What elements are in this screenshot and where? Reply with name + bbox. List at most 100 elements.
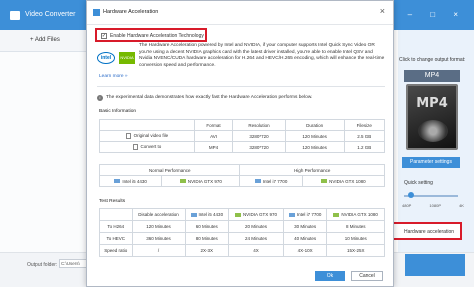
table-cell: 2.5 GB [343,130,386,142]
app-title: Video Converter [25,11,76,18]
table-cell: 360 Minutes [131,232,186,245]
basic-information-heading: Basic Information [99,109,137,114]
row-label: Original video file [133,133,169,139]
mp4-format-icon-label: MP4 [416,96,448,111]
table-cell: 60 Minutes [184,220,230,233]
enable-acceleration-checkbox[interactable]: ✓ [101,33,107,39]
table-cell: 120 Minutes [284,130,345,142]
table-cell: NVIDIA GTX 1080 [301,175,386,187]
mp4-format-icon[interactable]: MP4 [406,84,458,150]
vendor-logos: intel NVIDIA [97,50,139,72]
dialog-title: Hardware Acceleration [103,9,159,15]
converted-file-icon [132,144,138,150]
format-label: Click to change output format: [399,57,466,63]
table-header-cell [99,119,195,131]
table-header-cell: Intel i7 7700 [282,208,328,221]
table-cell: 40 Minutes [282,232,328,245]
table-cell: 10 Minutes [326,232,385,245]
film-reel-icon [418,120,448,142]
row-label: Speed ratio [99,244,133,257]
enable-acceleration-label: Enable Hardware Acceleration Technology [110,33,204,39]
slider-label-4k: 4K [459,203,464,208]
parameter-settings-button[interactable]: Parameter settings [402,157,460,168]
dialog-app-icon [93,9,100,16]
table-cell: 2X-3X [184,244,230,257]
cpu-icon [288,212,295,217]
run-button[interactable] [405,254,465,276]
slider-label-1080p: 1080P [429,203,441,208]
table-header-row: Disable acceleration Intel i5 4430 NVIDI… [99,208,385,221]
row-label-cell: Original video file [99,130,195,142]
table-header-cell: Duration [284,119,345,131]
quality-slider-handle[interactable] [408,192,414,198]
cpu-icon [190,212,197,217]
table-header-cell: NVIDIA GTX 970 [228,208,284,221]
file-list-pane [0,52,88,252]
row-label: To HEVC [99,232,133,245]
test-results-table: Disable acceleration Intel i5 4430 NVIDI… [99,208,385,257]
row-label-cell: Convert to [99,141,195,153]
table-row: To H264 120 Minutes 60 Minutes 20 Minute… [99,220,385,233]
table-cell: 80 Minutes [184,232,230,245]
output-folder-field[interactable]: C:\Users\ [59,259,89,268]
table-row: Original video file AVI 3280*720 120 Min… [99,130,386,142]
window-controls[interactable]: – □ × [408,10,466,19]
table-header-row: Format Resolution Duration Filesize [99,119,386,131]
table-row: To HEVC 360 Minutes 80 Minutes 24 Minute… [99,232,385,245]
table-cell: 120 Minutes [131,220,186,233]
table-header-row: Normal Performance High Performance [98,164,385,176]
experiment-info-text: The experimental data demonstrates how e… [106,95,313,100]
table-cell: 1.2 GB [343,141,386,153]
performance-table: Normal Performance High Performance Inte… [98,164,386,187]
table-cell: NVIDIA GTX 970 [161,175,241,187]
table-cell: 20 Minutes [228,220,284,233]
slider-label-480p: 480P [402,203,412,208]
table-cell: 4X-10X [282,244,328,257]
close-icon[interactable]: × [380,6,385,16]
table-cell: 30 Minutes [282,220,328,233]
hardware-name: NVIDIA GTX 970 [187,178,222,184]
app-logo-icon [10,11,20,20]
table-cell: 4X [228,244,284,257]
cancel-button[interactable]: Cancel [351,271,383,281]
table-cell: 24 Minutes [228,232,284,245]
ok-button[interactable]: Ok [315,271,345,281]
table-row: Intel i5 4430 NVIDIA GTX 970 Intel i7 77… [98,175,386,187]
table-row: Speed ratio / 2X-3X 4X 4X-10X 15X-25X [99,244,385,257]
gpu-icon [333,212,340,217]
table-header-cell: High Performance [239,164,385,176]
gpu-icon [234,212,241,217]
video-file-icon [125,133,131,139]
header-label: Intel i5 4430 [198,212,224,217]
table-row: Convert to MP4 3280*720 120 Minutes 1.2 … [99,141,386,153]
gpu-icon [321,179,328,184]
header-label: Intel i7 7700 [296,212,322,217]
table-header-cell: Resolution [232,119,286,131]
hardware-acceleration-button[interactable]: Hardware acceleration [390,222,462,240]
header-label: NVIDIA GTX 970 [242,212,277,217]
quick-setting-label: Quick setting [404,180,433,186]
info-icon: i [97,95,103,101]
quality-slider-labels: 480P 1080P 4K [402,203,464,208]
row-label: To H264 [99,220,133,233]
add-files-button[interactable]: + Add Files [30,37,60,43]
hardware-acceleration-dialog: Hardware Acceleration × ✓ Enable Hardwar… [86,0,394,287]
table-header-cell: Filesize [343,119,386,131]
enable-acceleration-row[interactable]: ✓ Enable Hardware Acceleration Technolog… [95,28,207,42]
table-header-cell: Intel i5 4430 [184,208,230,221]
basic-information-table: Format Resolution Duration Filesize Orig… [99,119,386,153]
hardware-name: Intel i5 4430 [122,178,147,184]
output-format-select[interactable]: MP4 [404,70,460,82]
output-folder-label: Output folder: [27,262,58,268]
table-cell: 8 Minutes [326,220,385,233]
table-header-cell [99,208,133,221]
table-header-cell: Normal Performance [98,164,241,176]
table-cell: Intel i5 4430 [98,175,163,187]
nvidia-logo-icon: NVIDIA [119,52,135,64]
cpu-icon [114,179,121,184]
table-header-cell: Format [193,119,234,131]
hardware-name: Intel i7 7700 [262,178,288,184]
learn-more-link[interactable]: Learn more » [99,74,128,79]
intel-logo-icon: intel [97,52,115,64]
table-cell: / [131,244,186,257]
